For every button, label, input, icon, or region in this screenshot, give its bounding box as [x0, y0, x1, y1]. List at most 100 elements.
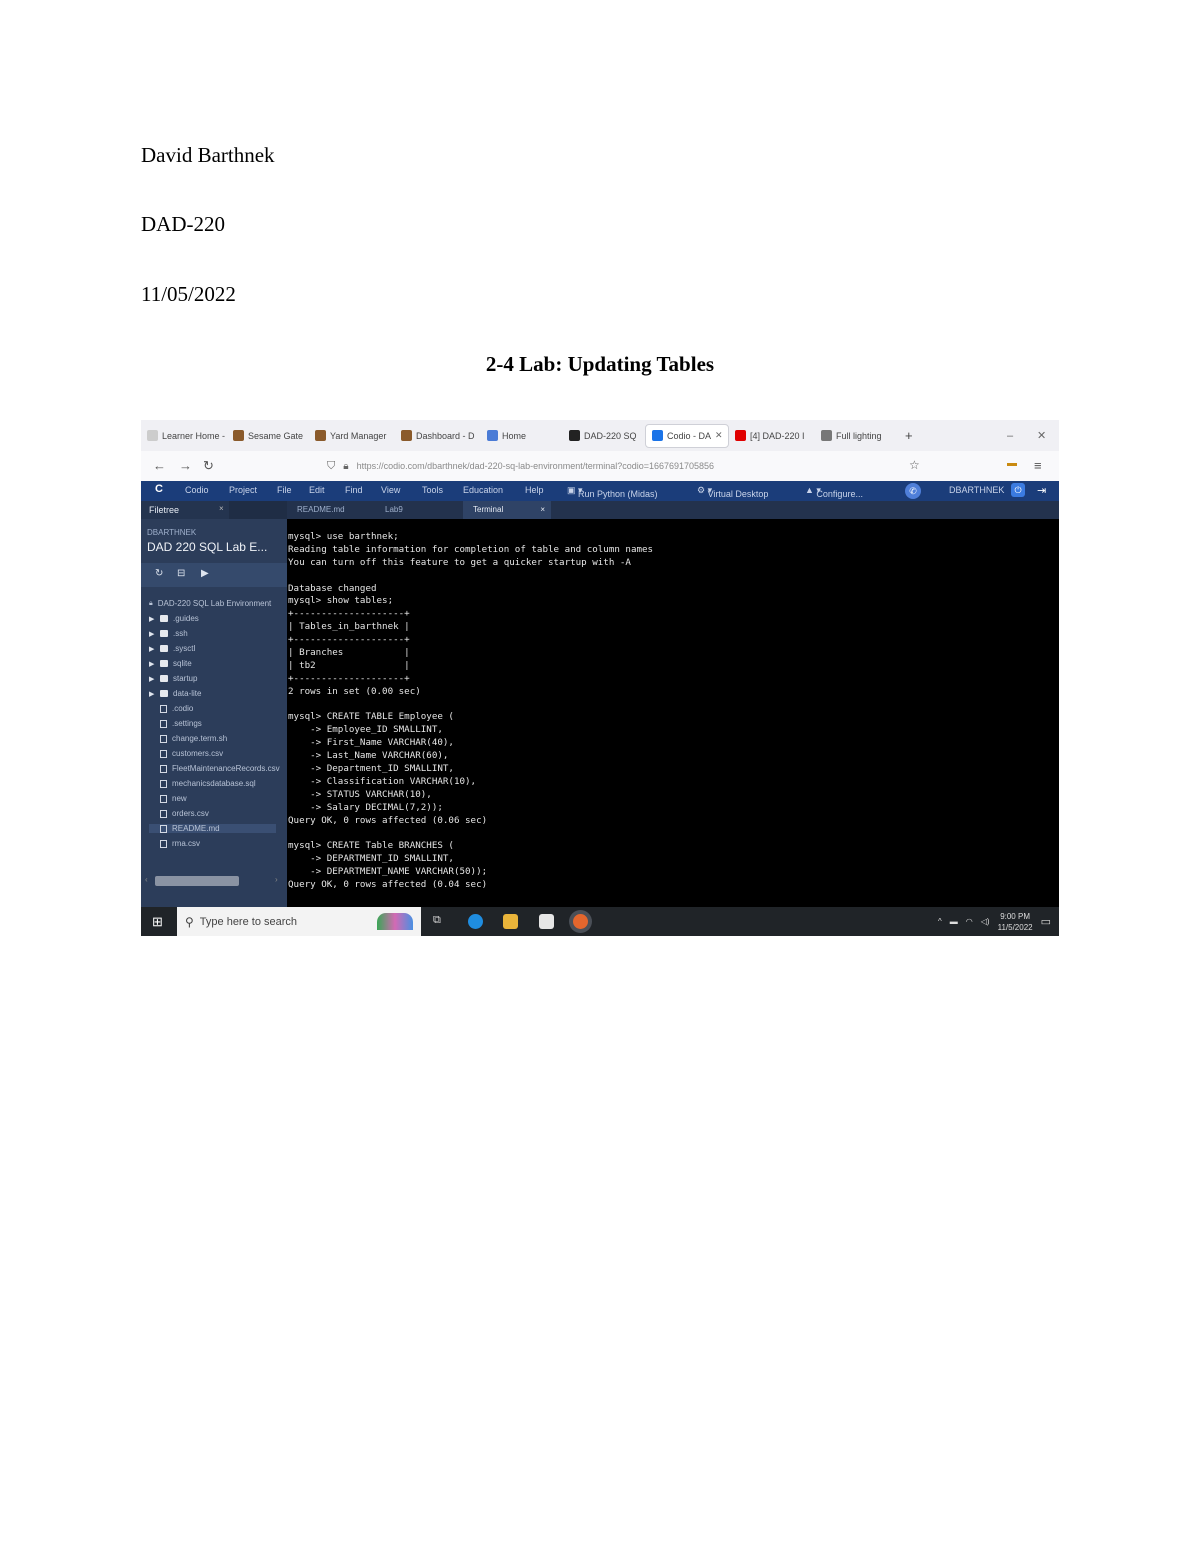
menu-item-codio[interactable]: Codio	[185, 485, 209, 495]
tab-favicon-icon	[401, 430, 412, 441]
terminal-line: You can turn off this feature to get a q…	[288, 556, 631, 568]
close-window-icon[interactable]: ✕	[1037, 420, 1046, 451]
tree-file[interactable]: .settings	[160, 719, 202, 728]
file-explorer-icon[interactable]	[503, 914, 518, 929]
tray-arrow-icon[interactable]: ^	[938, 917, 942, 926]
play-icon[interactable]: ▶	[201, 568, 209, 579]
logout-icon[interactable]: ⇥	[1037, 484, 1046, 497]
notification-icon[interactable]: ▭	[1041, 915, 1051, 928]
browser-tab[interactable]: Dashboard - D	[395, 420, 481, 451]
menu-item-tools[interactable]: Tools	[422, 485, 443, 495]
folder-icon	[160, 645, 168, 652]
tree-file-label: change.term.sh	[172, 734, 228, 743]
file-tree-panel: Filetree × DBARTHNEK DAD 220 SQL Lab E..…	[141, 501, 287, 907]
minimize-icon[interactable]: –	[1007, 420, 1013, 451]
tree-folder-label: .guides	[173, 614, 199, 623]
expand-icon: ▶	[149, 675, 155, 683]
terminal-line: +--------------------+	[288, 634, 410, 646]
browser-tab[interactable]: DAD-220 SQ	[563, 420, 645, 451]
tree-file[interactable]: mechanicsdatabase.sql	[160, 779, 256, 788]
filetree-close-icon[interactable]: ×	[219, 504, 224, 513]
terminal-line: -> Salary DECIMAL(7,2));	[288, 801, 443, 813]
menu-item-help[interactable]: Help	[525, 485, 544, 495]
browser-tab-label: Sesame Gate	[248, 430, 304, 441]
taskbar-search-box[interactable]: ⚲ Type here to search	[177, 907, 421, 936]
collapse-icon[interactable]: ⊟	[177, 568, 185, 579]
menu-item-project[interactable]: Project	[229, 485, 257, 495]
terminal-line: mysql> show tables;	[288, 595, 394, 607]
browser-tab[interactable]: Codio - DA ✕	[645, 423, 729, 448]
tree-folder[interactable]: ▶ .sysctl	[149, 644, 195, 653]
task-view-icon[interactable]: ⧉	[433, 914, 448, 929]
search-highlight-icon	[377, 913, 413, 930]
bookmark-star-icon[interactable]: ☆	[909, 458, 920, 472]
tree-file[interactable]: README.md	[149, 824, 276, 833]
file-icon	[160, 839, 167, 848]
menu-item-edit[interactable]: Edit	[309, 485, 325, 495]
power-icon[interactable]: ⏻	[1011, 483, 1025, 497]
extension-icon[interactable]: ▬	[1007, 458, 1017, 469]
tree-folder[interactable]: ▶ sqlite	[149, 659, 192, 668]
edge-browser-icon[interactable]	[468, 914, 483, 929]
browser-tab[interactable]: Yard Manager	[309, 420, 395, 451]
editor-tab-readme-md[interactable]: README.md	[287, 501, 375, 519]
back-icon[interactable]: ←	[153, 458, 166, 473]
tree-file[interactable]: customers.csv	[160, 749, 223, 758]
url-bar[interactable]: ⛉ 🔒︎ https://codio.com/dbarthnek/dad-220…	[327, 455, 887, 477]
scroll-right-icon[interactable]: ›	[275, 875, 278, 884]
tree-file[interactable]: new	[160, 794, 187, 803]
terminal-line: mysql> CREATE Table BRANCHES (	[288, 840, 454, 852]
tree-file-label: .codio	[172, 704, 194, 713]
browser-tab[interactable]: Full lighting	[815, 420, 899, 451]
reload-icon[interactable]: ↻	[203, 458, 214, 474]
configure-button[interactable]: ▲ Configure... ▾	[805, 485, 863, 499]
taskbar-clock[interactable]: 9:00 PM 11/5/2022	[998, 911, 1033, 933]
call-icon[interactable]: ✆	[905, 483, 921, 499]
browser-tab[interactable]: Home	[481, 420, 563, 451]
store-icon[interactable]	[539, 914, 554, 929]
tree-folder[interactable]: ▶ .ssh	[149, 629, 188, 638]
windows-start-icon[interactable]: ⊞	[152, 914, 163, 930]
browser-tab[interactable]: Sesame Gate	[227, 420, 309, 451]
terminal-output[interactable]: mysql> use barthnek; Reading table inform…	[287, 519, 1059, 907]
editor-tab-close-icon[interactable]: ×	[540, 501, 545, 519]
tree-folder[interactable]: ▶ .guides	[149, 614, 199, 623]
tab-close-icon[interactable]: ✕	[715, 430, 723, 441]
menu-item-view[interactable]: View	[381, 485, 400, 495]
volume-icon[interactable]: ◁)	[981, 917, 990, 926]
terminal-line: 2 rows in set (0.00 sec)	[288, 685, 421, 697]
editor-tab-lab9[interactable]: Lab9	[375, 501, 463, 519]
refresh-icon[interactable]: ↻	[155, 568, 163, 579]
run-python-button[interactable]: ▣ Run Python (Midas) ▾	[567, 485, 658, 499]
menu-item-file[interactable]: File	[277, 485, 292, 495]
menu-icon[interactable]: ≡	[1034, 458, 1042, 473]
tree-folder[interactable]: ▶ data-lite	[149, 689, 201, 698]
browser-tab[interactable]: [4] DAD-220 I	[729, 420, 815, 451]
tree-file[interactable]: orders.csv	[160, 809, 209, 818]
editor-tab-label: Lab9	[385, 505, 403, 514]
forward-icon[interactable]: →	[179, 458, 192, 473]
browser-nav-bar: ← → ↻ ⛉ 🔒︎ https://codio.com/dbarthnek/d…	[141, 451, 1059, 482]
tree-root[interactable]: 🔒︎ DAD-220 SQL Lab Environment	[149, 599, 271, 608]
tree-file[interactable]: FleetMaintenanceRecords.csv	[160, 764, 280, 773]
menu-item-find[interactable]: Find	[345, 485, 363, 495]
editor-tab-terminal[interactable]: Terminal ×	[463, 501, 551, 519]
tree-file[interactable]: .codio	[160, 704, 193, 713]
tree-file[interactable]: change.term.sh	[160, 734, 227, 743]
battery-icon[interactable]: ▬	[950, 917, 958, 926]
filetree-tab[interactable]: Filetree	[141, 501, 229, 519]
browser-tab[interactable]: Learner Home - P	[141, 420, 227, 451]
firefox-icon[interactable]	[573, 914, 588, 929]
tree-folder[interactable]: ▶ startup	[149, 674, 197, 683]
virtual-desktop-button[interactable]: ⚙ Virtual Desktop ▾	[697, 485, 768, 499]
terminal-line: Reading table information for completion…	[288, 543, 654, 555]
new-tab-button[interactable]: +	[899, 420, 919, 451]
scroll-left-icon[interactable]: ‹	[145, 875, 148, 884]
wifi-icon[interactable]: ◠	[966, 917, 973, 926]
sidebar-scrollbar[interactable]	[155, 876, 239, 886]
terminal-line: +--------------------+	[288, 672, 410, 684]
tree-file[interactable]: rma.csv	[160, 839, 200, 848]
menu-item-education[interactable]: Education	[463, 485, 503, 495]
